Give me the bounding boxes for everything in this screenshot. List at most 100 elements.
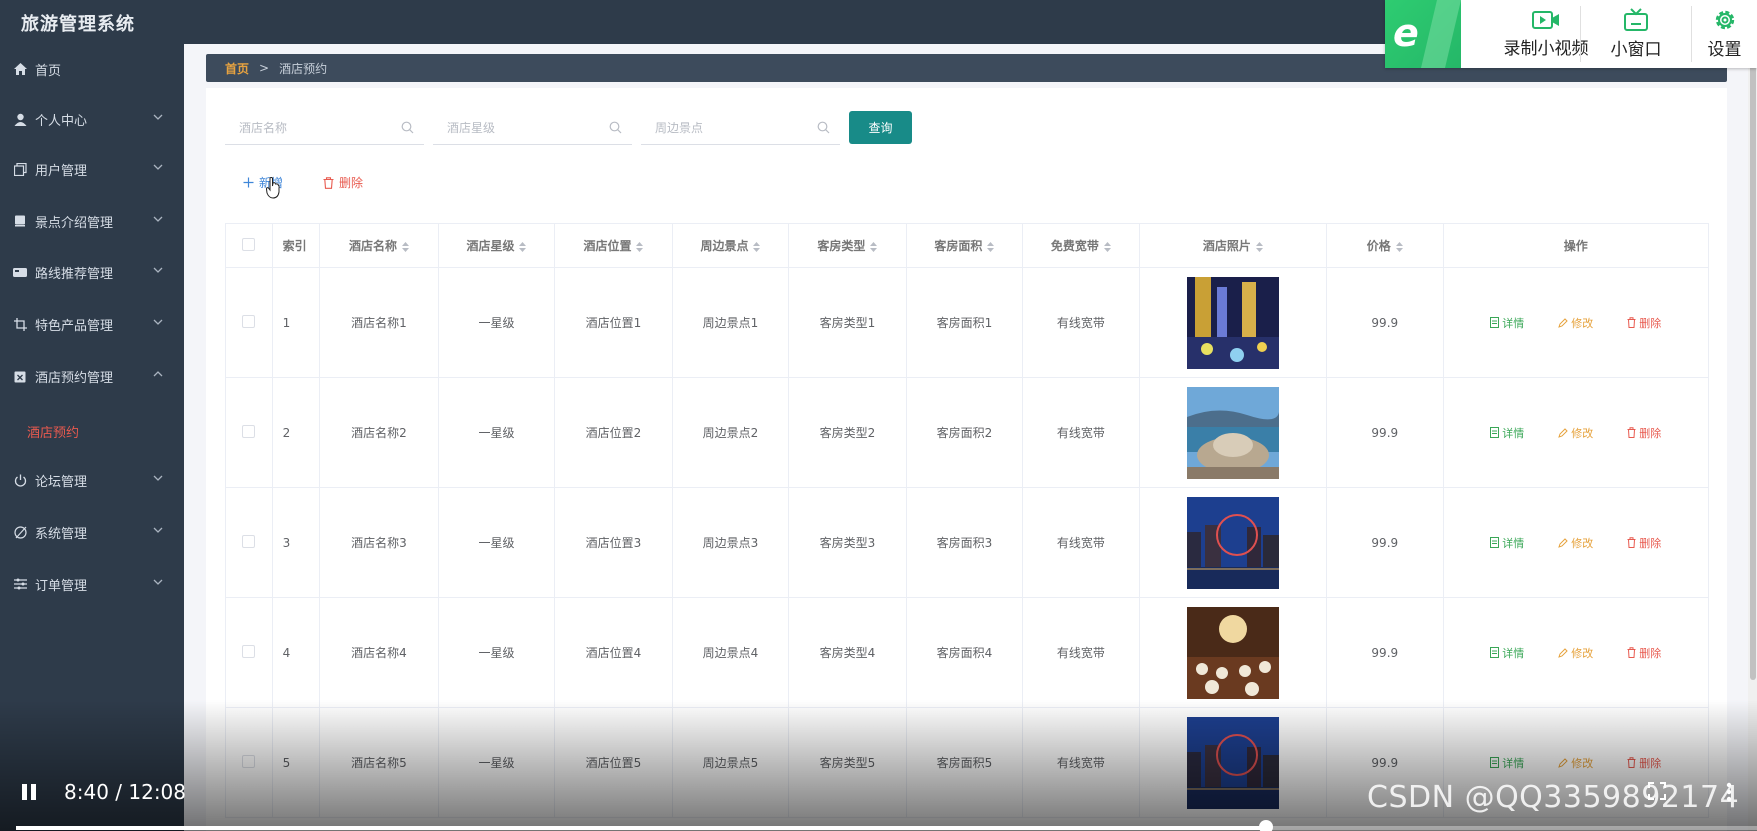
sort-icon[interactable] [401, 241, 409, 252]
table-row[interactable]: 2 酒店名称2 一星级 酒店位置2 周边景点2 客房类型2 客房面积2 有线宽带 99.9 详情 修… [225, 377, 1710, 488]
sidebar-item-routes[interactable]: 路线推荐管理 [0, 250, 184, 294]
sidebar-item-orders[interactable]: 订单管理 [0, 562, 184, 606]
batch-delete-button[interactable]: 删除 [323, 174, 363, 191]
row-checkbox[interactable] [242, 534, 256, 548]
sidebar-item-attractions[interactable]: 景点介绍管理 [0, 199, 184, 243]
row-delete-button[interactable]: 删除 [1627, 315, 1661, 331]
sliders-icon [12, 578, 28, 590]
hotel-photo [1186, 386, 1279, 479]
sidebar-item-users[interactable]: 用户管理 [0, 147, 184, 191]
query-button[interactable]: 查询 [849, 111, 912, 144]
row-checkbox[interactable] [242, 424, 256, 438]
fullscreen-icon[interactable] [1648, 782, 1666, 800]
column-header[interactable]: 价格 [1326, 223, 1444, 268]
detail-button[interactable]: 详情 [1490, 645, 1524, 661]
sort-icon[interactable] [1395, 241, 1403, 252]
column-header[interactable]: 酒店名称 [319, 223, 439, 268]
detail-button[interactable]: 详情 [1490, 535, 1524, 551]
column-header[interactable]: 客房面积 [905, 223, 1024, 268]
column-header[interactable]: 酒店照片 [1138, 223, 1328, 268]
video-toolbar: e 录制小视频 小窗口 设置 [1385, 0, 1757, 68]
delete-label: 删除 [1639, 646, 1662, 660]
sort-icon[interactable] [1255, 241, 1263, 252]
sidebar-item-products[interactable]: 特色产品管理 [0, 302, 184, 346]
row-select-cell [225, 377, 273, 488]
row-actions-cell: 详情 修改 删除 [1442, 377, 1710, 488]
scrollbar-thumb[interactable] [1750, 50, 1756, 680]
sort-icon[interactable] [519, 241, 527, 252]
detail-button[interactable]: 详情 [1490, 425, 1524, 441]
sidebar-item-forum[interactable]: 论坛管理 [0, 458, 184, 502]
row-delete-button[interactable]: 删除 [1627, 535, 1661, 551]
progress-handle[interactable] [1259, 820, 1273, 831]
room-type-cell: 客房类型4 [788, 597, 907, 708]
sidebar-subitem-hotel-booking[interactable]: 酒店预约 [27, 422, 79, 441]
sort-icon[interactable] [987, 241, 995, 252]
row-delete-button[interactable]: 删除 [1627, 425, 1661, 441]
sidebar-item-label: 路线推荐管理 [35, 266, 114, 282]
row-actions-cell: 详情 修改 删除 [1442, 597, 1710, 708]
column-header[interactable]: 酒店星级 [437, 223, 556, 268]
hotel-location-cell: 酒店位置4 [554, 597, 673, 708]
detail-label: 详情 [1502, 316, 1525, 330]
sidebar-item-label: 订单管理 [35, 578, 88, 594]
sort-icon[interactable] [870, 241, 878, 252]
delete-button-label: 删除 [339, 176, 364, 190]
pause-icon[interactable] [20, 783, 38, 801]
row-checkbox[interactable] [242, 314, 256, 328]
chevron-down-icon [153, 579, 163, 585]
detail-label: 详情 [1502, 646, 1525, 660]
nearby-spot-input[interactable] [641, 120, 806, 135]
edit-button[interactable]: 修改 [1558, 315, 1593, 331]
hotel-star-search [433, 111, 632, 145]
hotel-name-cell: 酒店名称2 [319, 377, 439, 488]
hotel-star-input[interactable] [433, 120, 598, 135]
free-wifi-cell: 有线宽带 [1022, 377, 1140, 488]
column-header[interactable]: 周边景点 [671, 223, 790, 268]
svg-text:e: e [1393, 11, 1419, 55]
row-select-cell [225, 487, 273, 598]
sort-icon[interactable] [1103, 241, 1111, 252]
sidebar-item-home[interactable]: 首页 [0, 47, 184, 91]
breadcrumb-home-link[interactable]: 首页 [225, 60, 249, 77]
document-icon [1490, 427, 1500, 438]
user-icon [12, 113, 28, 126]
table-row[interactable]: 1 酒店名称1 一星级 酒店位置1 周边景点1 客房类型1 客房面积1 有线宽带 99.9 详情 修… [225, 267, 1710, 378]
column-header[interactable]: 免费宽带 [1022, 223, 1140, 268]
sort-icon[interactable] [636, 241, 644, 252]
settings-button[interactable]: 设置 [1692, 0, 1757, 68]
more-options-icon[interactable] [1726, 782, 1732, 802]
app-title: 旅游管理系统 [21, 14, 135, 35]
room-type-cell: 客房类型3 [788, 487, 907, 598]
free-wifi-cell: 有线宽带 [1022, 597, 1140, 708]
trash-icon [1627, 647, 1636, 658]
detail-button[interactable]: 详情 [1490, 315, 1524, 331]
sidebar-item-label: 论坛管理 [35, 474, 88, 490]
row-actions-cell: 详情 修改 删除 [1442, 267, 1710, 378]
table-row[interactable]: 4 酒店名称4 一星级 酒店位置4 周边景点4 客房类型4 客房面积4 有线宽带 99.9 详情 修… [225, 597, 1710, 708]
chevron-down-icon [153, 267, 163, 273]
edit-button[interactable]: 修改 [1558, 425, 1593, 441]
detail-label: 详情 [1502, 536, 1525, 550]
column-header[interactable]: 酒店位置 [554, 223, 673, 268]
column-header[interactable]: 客房类型 [788, 223, 907, 268]
pencil-icon [1558, 537, 1568, 548]
sort-icon[interactable] [753, 241, 761, 252]
mini-window-button[interactable]: 小窗口 [1581, 0, 1691, 68]
table-row[interactable]: 3 酒店名称3 一星级 酒店位置3 周边景点3 客房类型3 客房面积3 有线宽带 99.9 详情 修… [225, 487, 1710, 598]
tv-icon [1624, 8, 1648, 31]
hotel-icon [12, 370, 28, 383]
edit-button[interactable]: 修改 [1558, 535, 1593, 551]
room-area-cell: 客房面积4 [905, 597, 1024, 708]
hotel-name-input[interactable] [225, 120, 390, 135]
sidebar-item-profile[interactable]: 个人中心 [0, 97, 184, 141]
breadcrumb-separator: > [259, 61, 270, 75]
column-header-label: 酒店星级 [466, 239, 515, 253]
row-delete-button[interactable]: 删除 [1627, 645, 1661, 661]
select-all-checkbox[interactable] [242, 237, 256, 251]
edit-button[interactable]: 修改 [1558, 645, 1593, 661]
sidebar-item-hotel-booking[interactable]: 酒店预约管理 [0, 354, 184, 398]
row-checkbox[interactable] [242, 644, 256, 658]
room-area-cell: 客房面积1 [905, 267, 1024, 378]
sidebar-item-system[interactable]: 系统管理 [0, 510, 184, 554]
